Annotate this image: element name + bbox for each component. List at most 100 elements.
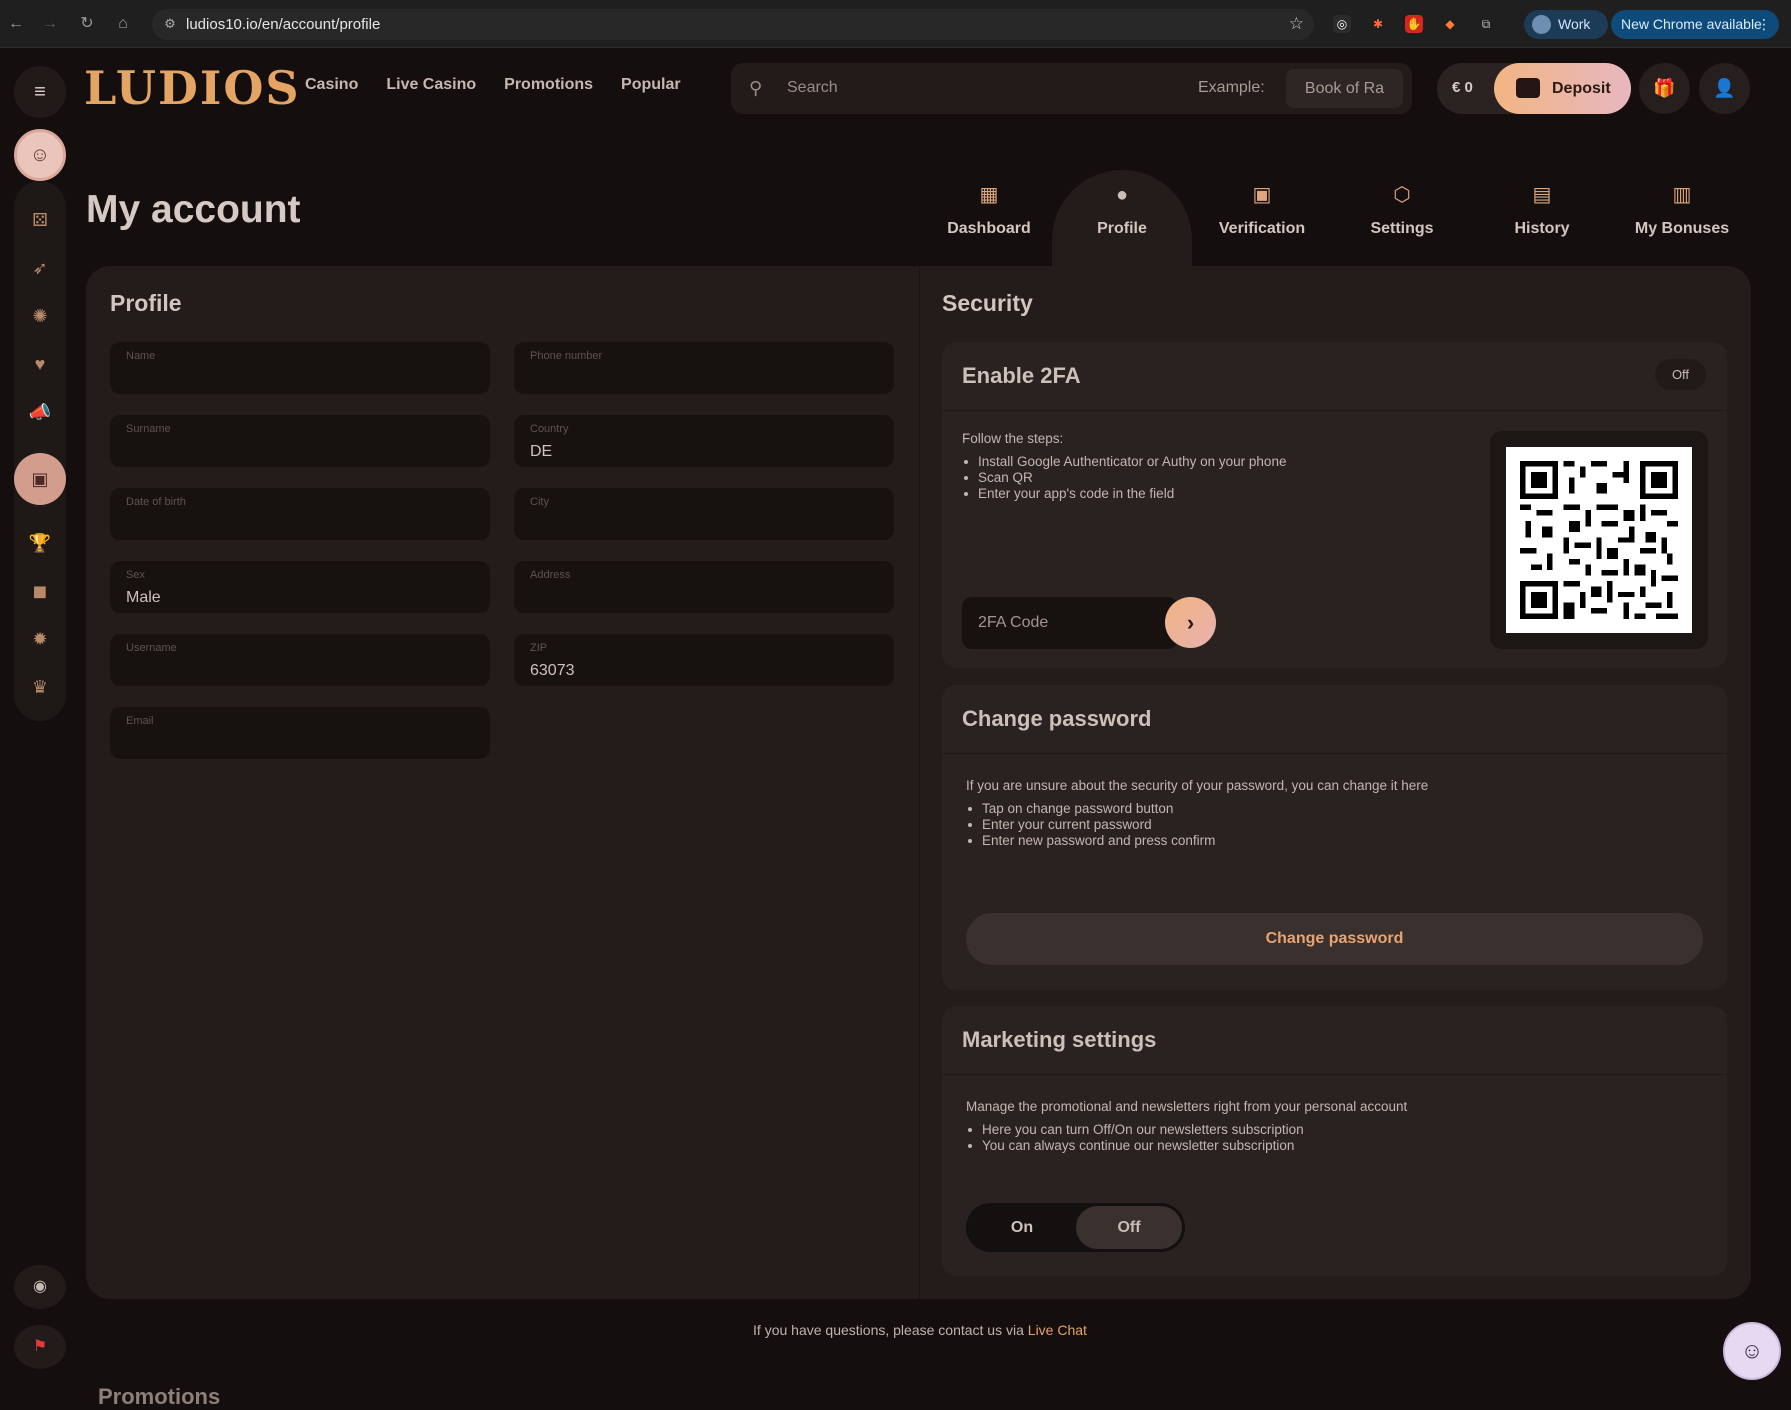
card-divider xyxy=(942,753,1727,754)
sidebar-rocket-icon[interactable]: ➶ xyxy=(14,244,66,292)
sidebar-heart-icon[interactable]: ♥ xyxy=(14,340,66,388)
zip-field[interactable]: ZIP 63073 xyxy=(514,634,894,686)
live-chat-avatar-button[interactable]: ☺ xyxy=(1723,1322,1781,1380)
email-field[interactable]: Email xyxy=(110,707,490,759)
tab-dashboard[interactable]: ▦ Dashboard xyxy=(919,170,1059,266)
site-info-icon[interactable]: ⚙ xyxy=(162,16,178,32)
toggle-on-option[interactable]: On xyxy=(969,1206,1075,1249)
extension-icon[interactable]: ◆ xyxy=(1441,15,1459,33)
twofa-intro: Follow the steps: xyxy=(962,431,1064,446)
support-chat-icon[interactable]: ◉ xyxy=(14,1265,66,1309)
tab-profile[interactable]: ● Profile xyxy=(1052,170,1192,266)
chevron-right-icon: › xyxy=(1186,610,1195,635)
sidebar-crown-icon[interactable]: ♛ xyxy=(14,663,66,711)
card-divider xyxy=(942,1074,1727,1075)
tab-history[interactable]: ▤ History xyxy=(1472,170,1612,266)
phone-field[interactable]: Phone number xyxy=(514,342,894,394)
promotions-heading: Promotions xyxy=(98,1384,221,1409)
search-placeholder: Search xyxy=(787,79,838,96)
sidebar-roulette-icon[interactable]: ✺ xyxy=(14,292,66,340)
tab-label: My Bonuses xyxy=(1634,220,1730,237)
sex-field[interactable]: Sex Male xyxy=(110,561,490,613)
book-icon: ▤ xyxy=(1532,184,1552,206)
twofa-title: Enable 2FA xyxy=(962,363,1081,388)
home-icon[interactable]: ⌂ xyxy=(113,14,133,34)
surname-field[interactable]: Surname xyxy=(110,415,490,467)
nav-promotions[interactable]: Promotions xyxy=(504,76,593,94)
back-icon[interactable]: ← xyxy=(6,14,26,34)
sidebar-trophy-icon[interactable]: 🏆 xyxy=(14,519,66,567)
username-field[interactable]: Username xyxy=(110,634,490,686)
name-field[interactable]: Name xyxy=(110,342,490,394)
twofa-card: Enable 2FA Off Follow the steps: Install… xyxy=(942,342,1727,668)
twofa-submit-button[interactable]: › xyxy=(1165,597,1216,648)
tab-settings[interactable]: ⬡ Settings xyxy=(1332,170,1472,266)
gear-icon: ⬡ xyxy=(1393,184,1411,206)
field-label: Address xyxy=(530,569,571,581)
extension-icon[interactable]: ✱ xyxy=(1369,15,1387,33)
dob-field[interactable]: Date of birth xyxy=(110,488,490,540)
extension-icon[interactable]: ◎ xyxy=(1333,15,1351,33)
city-field[interactable]: City xyxy=(514,488,894,540)
site-logo[interactable]: LUDIOS xyxy=(84,64,301,112)
deposit-button[interactable]: Deposit xyxy=(1494,63,1631,114)
card-divider xyxy=(942,410,1727,411)
field-label: Date of birth xyxy=(126,496,186,508)
change-password-card: Change password If you are unsure about … xyxy=(942,685,1727,990)
address-field[interactable]: Address xyxy=(514,561,894,613)
contact-note: If you have questions, please contact us… xyxy=(0,1322,1791,1338)
user-avatar[interactable]: ☺ xyxy=(14,129,66,181)
search-example-label: Example: xyxy=(1198,79,1265,96)
country-field[interactable]: Country DE xyxy=(514,415,894,467)
live-chat-link[interactable]: Live Chat xyxy=(1028,1322,1087,1338)
change-password-title: Change password xyxy=(962,706,1152,731)
sidebar-wheel-icon[interactable]: ✹ xyxy=(14,615,66,663)
tab-label: Dashboard xyxy=(947,220,1031,237)
qr-code-icon xyxy=(1520,461,1678,619)
sidebar-dice-icon[interactable]: ⚄ xyxy=(14,196,66,244)
twofa-code-input[interactable]: 2FA Code xyxy=(962,597,1178,649)
extensions-puzzle-icon[interactable]: ⧉ xyxy=(1477,15,1495,33)
list-item: Scan QR xyxy=(962,470,1286,486)
profile-button[interactable]: Work xyxy=(1524,10,1608,39)
newsletter-toggle[interactable]: On Off xyxy=(966,1203,1185,1252)
menu-hamburger-icon[interactable]: ≡ xyxy=(14,66,66,118)
field-label: Username xyxy=(126,642,177,654)
sidebar-gift-icon[interactable]: ▣ xyxy=(14,453,66,505)
profile-title: Profile xyxy=(110,290,182,316)
sidebar-megaphone-icon[interactable]: 📣 xyxy=(14,388,66,436)
twofa-status-badge[interactable]: Off xyxy=(1655,359,1706,390)
tab-verification[interactable]: ▣ Verification xyxy=(1192,170,1332,266)
field-label: Sex xyxy=(126,569,145,581)
gift-button[interactable]: 🎁 xyxy=(1639,63,1690,114)
security-title: Security xyxy=(942,290,1033,316)
nav-popular[interactable]: Popular xyxy=(621,76,681,94)
field-label: Country xyxy=(530,423,569,435)
search-input[interactable]: ⚲ Search Example: Book of Ra xyxy=(731,63,1412,114)
gift-icon: 🎁 xyxy=(1653,78,1676,98)
sidebar-shop-icon[interactable]: ◼ xyxy=(14,567,66,615)
tab-my-bonuses[interactable]: ▥ My Bonuses xyxy=(1612,170,1752,266)
field-value: Male xyxy=(126,589,161,606)
reload-icon[interactable]: ↻ xyxy=(77,14,97,34)
account-button[interactable]: 👤 xyxy=(1699,63,1750,114)
search-icon: ⚲ xyxy=(749,78,763,98)
search-example-chip[interactable]: Book of Ra xyxy=(1286,69,1403,108)
tab-label: History xyxy=(1514,220,1570,237)
chrome-update-button[interactable]: New Chrome available ⋮ xyxy=(1611,10,1779,39)
change-password-intro: If you are unsure about the security of … xyxy=(966,778,1429,793)
toggle-off-option[interactable]: Off xyxy=(1076,1206,1182,1249)
list-item: You can always continue our newsletter s… xyxy=(966,1138,1304,1154)
nav-casino[interactable]: Casino xyxy=(305,76,358,94)
menu-dots-icon[interactable]: ⋮ xyxy=(1757,10,1771,39)
bookmark-star-icon[interactable]: ☆ xyxy=(1289,14,1304,34)
field-label: City xyxy=(530,496,549,508)
nav-live-casino[interactable]: Live Casino xyxy=(386,76,476,94)
change-password-button[interactable]: Change password xyxy=(966,913,1703,965)
address-bar[interactable]: ⚙ ludios10.io/en/account/profile ☆ xyxy=(152,9,1314,40)
marketing-steps: Here you can turn Off/On our newsletters… xyxy=(966,1122,1304,1154)
field-label: Name xyxy=(126,350,156,362)
extension-icon[interactable]: ✋ xyxy=(1405,15,1423,33)
tab-label: Profile xyxy=(1097,220,1147,237)
forward-icon[interactable]: → xyxy=(40,14,60,34)
